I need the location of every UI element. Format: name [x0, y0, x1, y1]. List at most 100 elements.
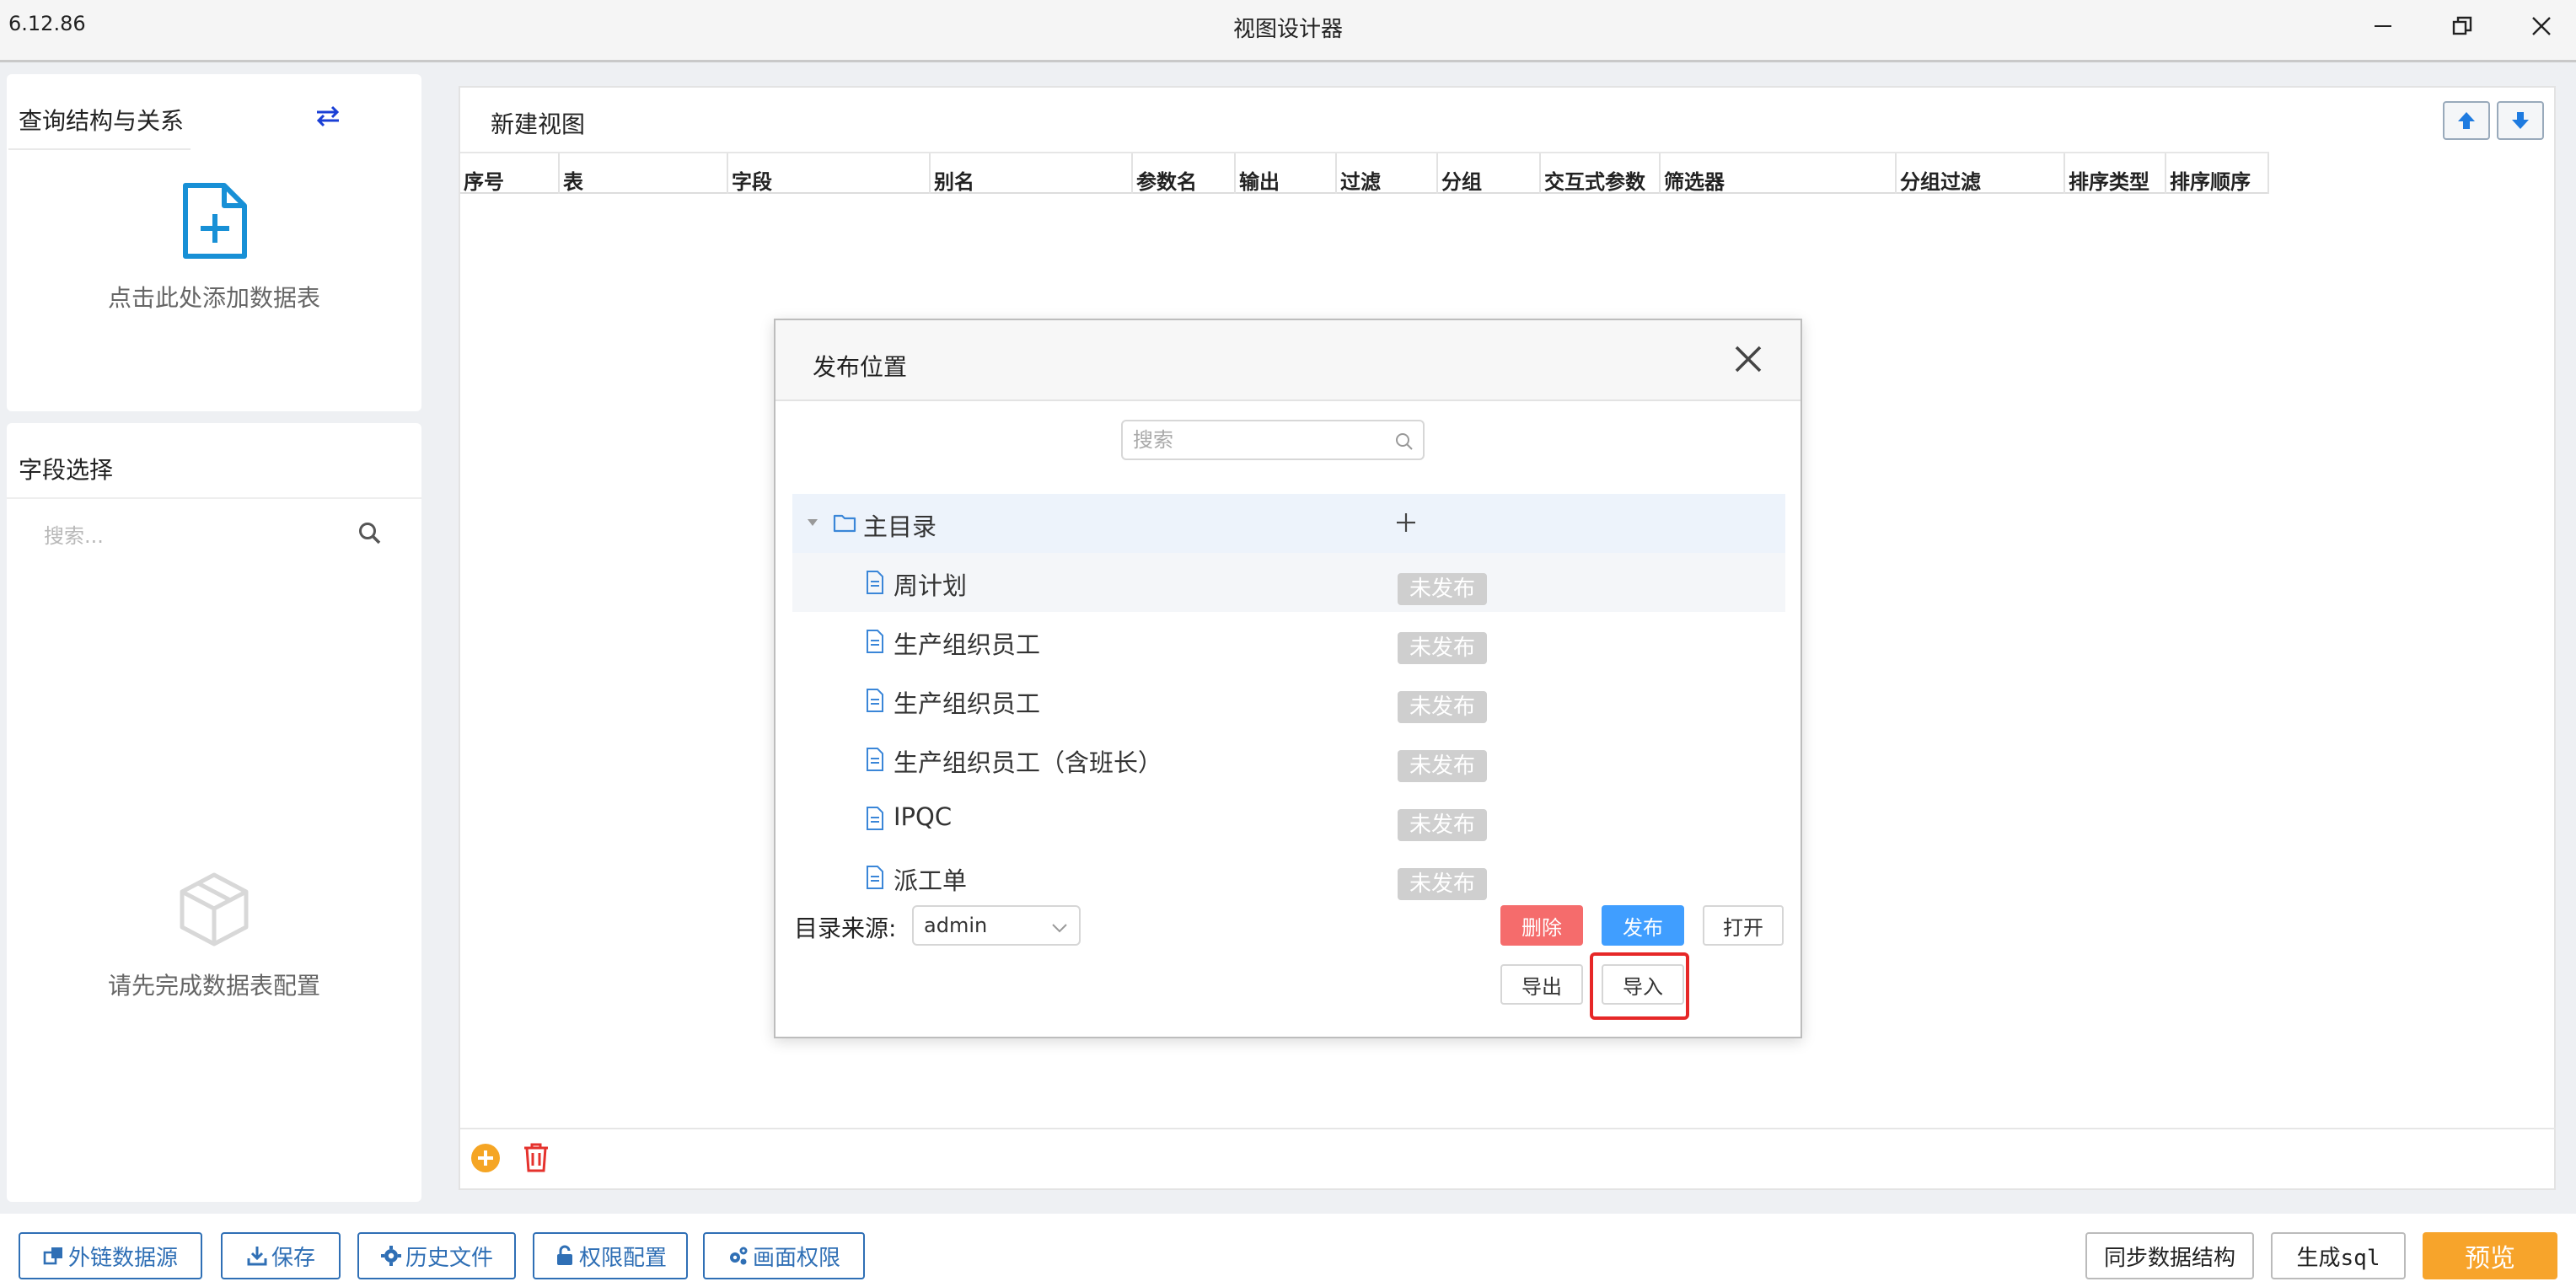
caret-down-icon[interactable] [806, 517, 819, 528]
swap-icon[interactable] [314, 105, 342, 128]
minimize-button[interactable] [2353, 5, 2412, 47]
permission-config-button[interactable]: 权限配置 [533, 1232, 688, 1279]
move-up-button[interactable] [2443, 101, 2490, 140]
document-icon [867, 807, 883, 830]
status-badge: 未发布 [1398, 691, 1487, 723]
column-header[interactable]: 分组 [1438, 153, 1541, 194]
save-label: 保存 [271, 1245, 315, 1271]
tree-root-label: 主目录 [863, 512, 937, 541]
link-window-icon [43, 1247, 62, 1265]
tree-item[interactable]: 生产组织员工 未发布 [792, 612, 1785, 671]
column-header[interactable]: 筛选器 [1661, 153, 1897, 194]
gear-icon [380, 1246, 401, 1266]
publish-location-dialog: 发布位置 主目录 周计划 未发布 生产组织员工 未发布 生产组织员工 未发布 生… [774, 319, 1802, 1038]
column-header[interactable]: 过滤 [1337, 153, 1438, 194]
gears-icon [729, 1247, 748, 1265]
tree-item-label: 生产组织员工 [894, 689, 1041, 718]
column-header[interactable]: 排序顺序 [2166, 153, 2269, 194]
dialog-title: 发布位置 [813, 353, 908, 381]
status-badge: 未发布 [1398, 632, 1487, 664]
column-header[interactable]: 参数名 [1133, 153, 1236, 194]
window-title: 视图设计器 [1232, 17, 1343, 42]
document-icon [867, 866, 883, 889]
move-down-button[interactable] [2497, 101, 2544, 140]
external-source-button[interactable]: 外链数据源 [19, 1232, 202, 1279]
tree-item-label: 派工单 [894, 866, 968, 895]
tree-item[interactable]: 派工单 未发布 [792, 848, 1785, 900]
save-button[interactable]: 保存 [221, 1232, 341, 1279]
sync-structure-button[interactable]: 同步数据结构 [2085, 1232, 2254, 1279]
history-label: 历史文件 [405, 1245, 493, 1271]
tree-item-label: IPQC [894, 802, 953, 831]
empty-config-hint: 请先完成数据表配置 [107, 972, 320, 1000]
column-header[interactable]: 别名 [931, 153, 1133, 194]
tree-item-label: 生产组织员工 [894, 630, 1041, 659]
download-icon [247, 1247, 267, 1266]
generate-sql-button[interactable]: 生成sql [2271, 1232, 2406, 1279]
dialog-search-box[interactable] [1121, 420, 1425, 460]
close-window-button[interactable] [2512, 5, 2571, 47]
search-icon [1396, 433, 1413, 450]
field-search-input[interactable]: 搜索... [44, 519, 104, 549]
column-header[interactable]: 分组过滤 [1897, 153, 2065, 194]
column-header[interactable]: 排序类型 [2065, 153, 2166, 194]
column-header[interactable]: 字段 [728, 153, 931, 194]
trash-icon[interactable] [521, 1141, 551, 1173]
open-button[interactable]: 打开 [1703, 905, 1784, 946]
source-select-value: admin [924, 914, 988, 937]
view-title: 新建视图 [491, 110, 586, 138]
tree-root-row[interactable]: 主目录 [792, 494, 1785, 553]
restore-button[interactable] [2433, 5, 2492, 47]
status-badge: 未发布 [1398, 809, 1487, 841]
status-badge: 未发布 [1398, 868, 1487, 900]
tree-item[interactable]: 生产组织员工 未发布 [792, 671, 1785, 730]
status-badge: 未发布 [1398, 750, 1487, 782]
divider [8, 148, 191, 150]
lock-icon [556, 1245, 572, 1265]
empty-box-icon [180, 872, 249, 946]
history-button[interactable]: 历史文件 [357, 1232, 516, 1279]
add-table-area[interactable]: 点击此处添加数据表 [7, 152, 421, 405]
dialog-search-input[interactable] [1133, 428, 1386, 452]
column-header[interactable]: 表 [560, 153, 728, 194]
document-icon [867, 630, 883, 653]
divider [7, 497, 421, 499]
publish-button[interactable]: 发布 [1602, 905, 1684, 946]
add-row-icon[interactable] [470, 1143, 501, 1173]
column-header[interactable]: 序号 [460, 153, 560, 194]
add-folder-icon[interactable] [1394, 511, 1418, 534]
tree-item-label: 周计划 [894, 571, 968, 600]
divider [460, 1128, 2556, 1129]
title-bar: 6.12.86 视图设计器 [0, 0, 2576, 62]
field-select-title: 字段选择 [19, 456, 114, 484]
tree-item[interactable]: 周计划 未发布 [792, 553, 1785, 612]
folder-icon [833, 514, 856, 533]
preview-button[interactable]: 预览 [2423, 1232, 2557, 1279]
status-badge: 未发布 [1398, 573, 1487, 605]
arrow-up-icon [2458, 112, 2475, 129]
add-table-hint: 点击此处添加数据表 [107, 284, 320, 312]
dialog-header: 发布位置 [775, 320, 1801, 401]
chevron-down-icon [1052, 924, 1067, 933]
source-select[interactable]: admin [912, 905, 1081, 946]
document-icon [867, 571, 883, 594]
external-source-label: 外链数据源 [67, 1245, 178, 1271]
dialog-close-icon[interactable] [1731, 342, 1765, 376]
screen-permission-button[interactable]: 画面权限 [703, 1232, 865, 1279]
document-icon [867, 748, 883, 771]
delete-button[interactable]: 删除 [1500, 905, 1583, 946]
column-header[interactable]: 交互式参数 [1541, 153, 1661, 194]
export-button[interactable]: 导出 [1500, 964, 1583, 1005]
document-icon [867, 689, 883, 712]
grid-header: 序号 表 字段 别名 参数名 输出 过滤 分组 交互式参数 筛选器 分组过滤 排… [460, 152, 2269, 194]
tree-item-label: 生产组织员工（含班长） [894, 748, 1163, 777]
query-structure-title: 查询结构与关系 [19, 107, 185, 135]
search-icon[interactable] [357, 521, 383, 546]
add-file-icon [183, 183, 247, 259]
close-icon [2532, 17, 2551, 35]
highlight-box [1590, 952, 1689, 1020]
tree-item[interactable]: 生产组织员工（含班长） 未发布 [792, 730, 1785, 789]
column-header[interactable]: 输出 [1236, 153, 1337, 194]
tree-item[interactable]: IPQC 未发布 [792, 789, 1785, 848]
arrow-down-icon [2512, 112, 2529, 129]
